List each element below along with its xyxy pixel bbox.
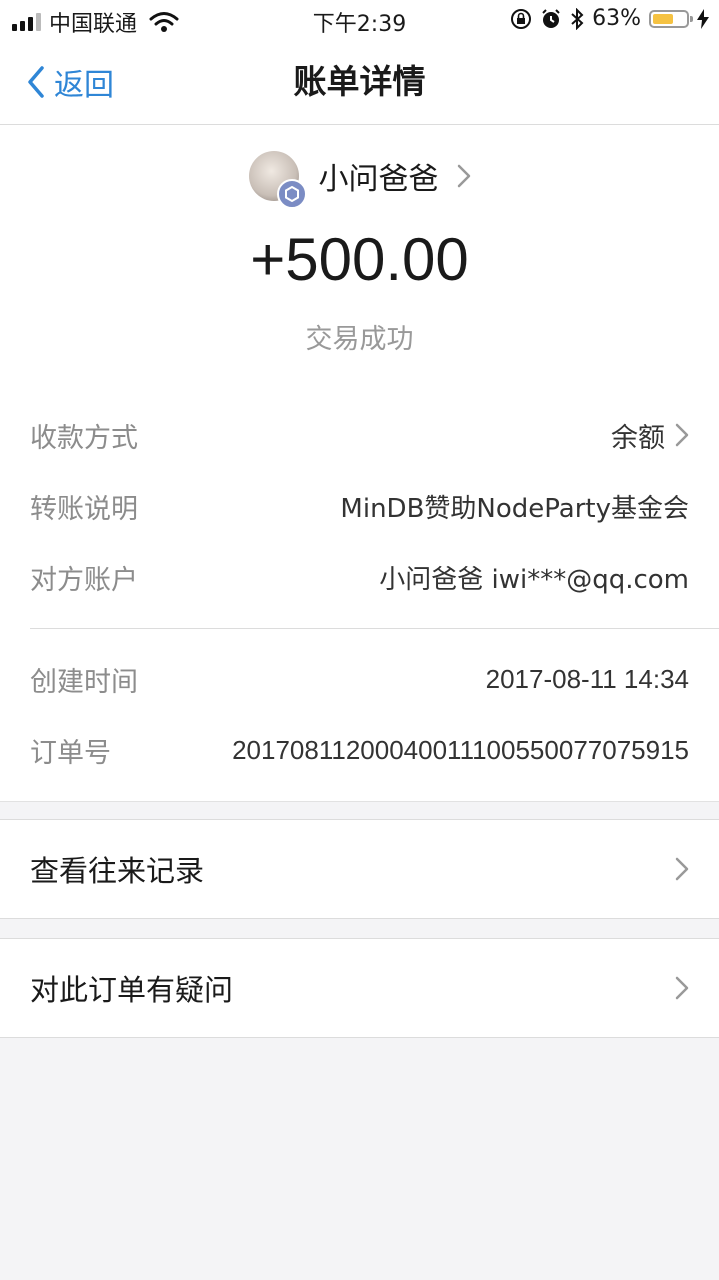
counterparty-account-row: 对方账户 小问爸爸 iwi***@qq.com xyxy=(30,557,689,597)
battery-nub xyxy=(690,15,693,22)
transaction-amount: +500.00 xyxy=(250,226,469,293)
counterparty-name: 小问爸爸 xyxy=(318,162,439,197)
verified-badge-icon xyxy=(276,179,307,209)
transfer-note-label: 转账说明 xyxy=(30,493,138,525)
counterparty-account-label: 对方账户 xyxy=(30,564,138,596)
view-history-label: 查看往来记录 xyxy=(30,854,205,888)
bill-detail-card: 小问爸爸 +500.00 交易成功 收款方式 余额 转账说明 MinDB赞助No… xyxy=(0,125,719,802)
transaction-status: 交易成功 xyxy=(305,324,414,355)
view-history-row[interactable]: 查看往来记录 xyxy=(0,819,719,919)
status-bar-right: 63% xyxy=(510,6,709,31)
order-question-label: 对此订单有疑问 xyxy=(30,973,234,1007)
bluetooth-icon xyxy=(571,7,584,30)
transfer-note-value: MinDB赞助NodeParty基金会 xyxy=(340,493,689,524)
created-time-value: 2017-08-11 14:34 xyxy=(485,663,689,694)
counterparty-header[interactable]: 小问爸爸 xyxy=(0,151,719,209)
nav-bar: 返回 账单详情 xyxy=(0,40,719,125)
payment-method-label: 收款方式 xyxy=(30,422,138,454)
counterparty-account-value: 小问爸爸 iwi***@qq.com xyxy=(379,564,689,595)
order-number-value: 20170811200040011100550077075915 xyxy=(232,734,689,765)
page-title: 账单详情 xyxy=(293,62,426,101)
chevron-right-icon xyxy=(675,423,689,447)
avatar[interactable] xyxy=(248,151,307,209)
divider xyxy=(30,628,719,629)
charging-icon xyxy=(697,8,709,29)
payment-method-value: 余额 xyxy=(611,422,665,454)
order-number-label: 订单号 xyxy=(30,737,111,769)
battery-icon xyxy=(649,9,693,28)
battery-percent: 63% xyxy=(592,6,641,31)
order-number-row: 订单号 20170811200040011100550077075915 xyxy=(30,730,689,770)
chevron-right-icon xyxy=(675,976,689,1000)
chevron-right-icon xyxy=(675,857,689,881)
order-question-row[interactable]: 对此订单有疑问 xyxy=(0,938,719,1038)
battery-fill xyxy=(653,13,674,24)
status-bar: 中国联通 下午2:39 63% xyxy=(0,0,719,40)
payment-method-value-group: 余额 xyxy=(611,416,689,455)
chevron-right-icon xyxy=(457,164,470,188)
created-time-row: 创建时间 2017-08-11 14:34 xyxy=(30,659,689,699)
alarm-icon xyxy=(542,8,560,28)
rotation-lock-icon xyxy=(511,8,532,29)
created-time-label: 创建时间 xyxy=(30,666,138,698)
transfer-note-row: 转账说明 MinDB赞助NodeParty基金会 xyxy=(30,486,689,526)
payment-method-row[interactable]: 收款方式 余额 xyxy=(30,415,689,455)
